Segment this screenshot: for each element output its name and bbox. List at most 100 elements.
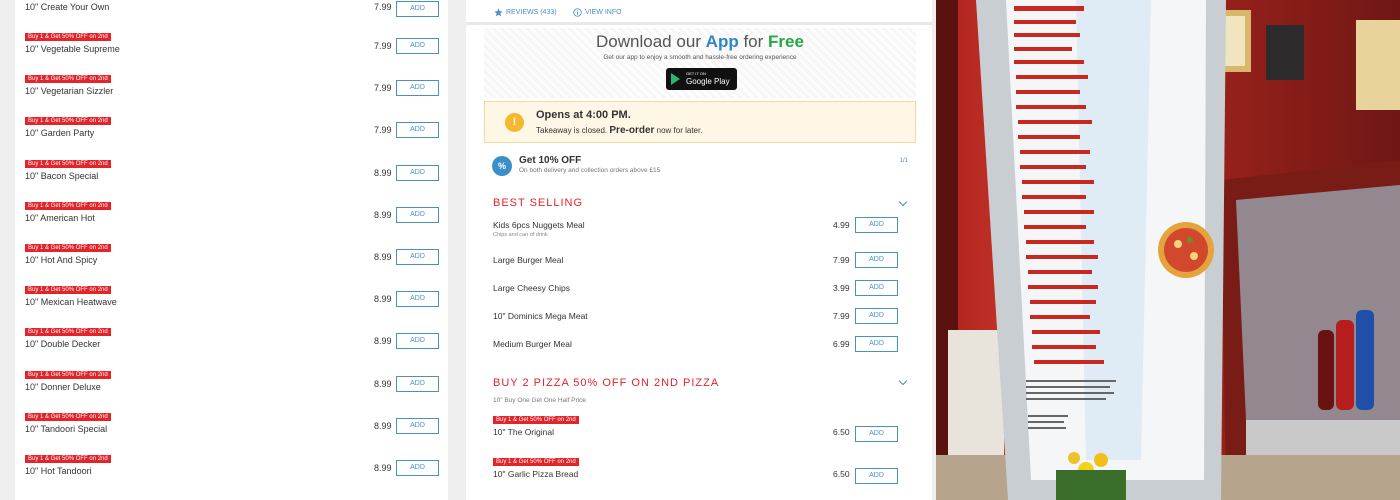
menu-item-row: Buy 1 & Get 50% OFF on 2nd 10" Mexican He…: [25, 286, 445, 324]
item-name: 10" Garden Party: [25, 128, 95, 139]
add-button[interactable]: ADD: [855, 308, 898, 324]
top-links-bar: REVIEWS (433) VIEW INFO: [466, 0, 932, 24]
discount-pager: 1/1: [899, 158, 908, 164]
star-icon: [494, 8, 503, 17]
google-play-big-text: Google Play: [686, 77, 730, 86]
best-selling-item: Kids 6pcs Nuggets Meal Chips and can of d…: [493, 217, 907, 248]
add-button[interactable]: ADD: [396, 249, 439, 265]
offer-badge: Buy 1 & Get 50% OFF on 2nd: [25, 412, 111, 421]
offer-badge: Buy 1 & Get 50% OFF on 2nd: [25, 159, 111, 168]
offer-badge: Buy 1 & Get 50% OFF on 2nd: [493, 416, 579, 424]
menu-item-row: Buy 1 & Get 50% OFF on 2nd 10" Vegetarian…: [25, 75, 445, 113]
offer-badge: Buy 1 & Get 50% OFF on 2nd: [25, 455, 111, 463]
add-button[interactable]: ADD: [855, 468, 898, 484]
chevron-down-icon[interactable]: [898, 197, 908, 207]
menu-item-row: Buy 1 & Get 50% OFF on 2nd 10" Donner Del…: [25, 370, 445, 409]
item-price: 7.99: [833, 255, 850, 265]
preorder-text: Pre-order: [609, 125, 655, 136]
discount-offer[interactable]: % Get 10% OFF On both delivery and colle…: [484, 149, 916, 185]
google-play-button[interactable]: GET IT ON Google Play: [666, 68, 737, 90]
add-button[interactable]: ADD: [396, 1, 439, 17]
view-info-link[interactable]: VIEW INFO: [573, 8, 622, 17]
offer-badge: Buy 1 & Get 50% OFF on 2nd: [25, 244, 111, 252]
item-price: 8.99: [374, 209, 392, 220]
add-button[interactable]: ADD: [396, 122, 439, 139]
item-name: 10" Bacon Special: [25, 170, 99, 181]
item-price: 8.99: [374, 167, 392, 178]
item-description: Chips and can of drink: [493, 232, 548, 238]
add-button[interactable]: ADD: [855, 217, 898, 233]
item-name: 10" Mexican Heatwave: [25, 297, 117, 308]
opening-time: Opens at 4:00 PM.: [536, 109, 631, 121]
item-name: Large Cheesy Chips: [493, 283, 571, 293]
pizza-offer-title[interactable]: BUY 2 PIZZA 50% OFF ON 2ND PIZZA: [493, 377, 719, 389]
item-name: 10" Hot And Spicy: [25, 255, 98, 265]
item-name: 10" Create Your Own: [25, 2, 110, 12]
add-button[interactable]: ADD: [396, 291, 439, 308]
add-button[interactable]: ADD: [396, 206, 439, 223]
closed-text: Takeaway is closed.: [536, 126, 608, 135]
menu-item-row: Buy 1 & Get 50% OFF on 2nd 10" Hot Tandoo…: [25, 455, 445, 493]
add-button[interactable]: ADD: [396, 38, 439, 54]
best-selling-title[interactable]: BEST SELLING: [493, 197, 583, 209]
app-title-text: Download our: [596, 32, 701, 51]
item-name: 10" Vegetable Supreme: [25, 44, 120, 54]
later-text: now for later.: [656, 126, 703, 135]
best-selling-item: Large Burger Meal 7.99 ADD: [493, 252, 907, 283]
offer-badge: Buy 1 & Get 50% OFF on 2nd: [25, 33, 111, 41]
add-button[interactable]: ADD: [855, 426, 898, 442]
item-name: 10" Double Decker: [25, 339, 101, 350]
discount-subtitle: On both delivery and collection orders a…: [519, 167, 661, 174]
opening-subtext: Takeaway is closed. Pre-order now for la…: [536, 125, 702, 136]
add-button[interactable]: ADD: [396, 417, 439, 434]
offer-badge: Buy 1 & Get 50% OFF on 2nd: [25, 201, 111, 210]
item-price: 7.99: [374, 2, 392, 12]
menu-item-row: Buy 1 & Get 50% OFF on 2nd 10" American H…: [25, 201, 445, 240]
add-button[interactable]: ADD: [396, 375, 439, 392]
item-name: 10" Tandoori Special: [25, 423, 108, 434]
app-title-free: Free: [768, 32, 804, 51]
item-price: 8.99: [374, 336, 392, 347]
item-name: 10" Dominics Mega Meat: [493, 311, 588, 321]
item-name: 10" Garlic Pizza Bread: [493, 469, 579, 479]
divider: [466, 22, 932, 25]
item-price: 6.99: [833, 339, 850, 349]
offer-badge: Buy 1 & Get 50% OFF on 2nd: [25, 328, 111, 337]
add-button[interactable]: ADD: [855, 336, 898, 352]
item-price: 3.99: [833, 283, 850, 293]
add-button[interactable]: ADD: [855, 252, 898, 268]
offer-badge: Buy 1 & Get 50% OFF on 2nd: [25, 370, 111, 379]
item-price: 8.99: [374, 252, 392, 262]
item-price: 7.99: [833, 311, 850, 321]
add-button[interactable]: ADD: [396, 333, 439, 350]
reviews-link[interactable]: REVIEWS (433): [494, 8, 557, 17]
add-button[interactable]: ADD: [396, 460, 439, 476]
pizza-offer-note: 10" Buy One Get One Half Price: [493, 397, 586, 404]
offer-badge: Buy 1 & Get 50% OFF on 2nd: [25, 75, 111, 84]
restaurant-panel: REVIEWS (433) VIEW INFO Download our App…: [466, 0, 932, 500]
info-icon: [573, 8, 582, 17]
menu-item-row: Buy 1 & Get 50% OFF on 2nd 10" Double Dec…: [25, 328, 445, 366]
menu-item-row: 10" Create Your Own 7.99 ADD: [25, 0, 445, 32]
view-info-label: VIEW INFO: [585, 9, 622, 16]
item-name: 10" American Hot: [25, 212, 95, 223]
item-name: 10" Vegetarian Sizzler: [25, 86, 114, 97]
item-price: 8.99: [374, 294, 392, 305]
best-selling-item: Large Cheesy Chips 3.99 ADD: [493, 280, 907, 311]
menu-category-list: 10" Create Your Own 7.99 ADD Buy 1 & Get 50…: [15, 0, 448, 500]
item-name: 10" Donner Deluxe: [25, 381, 101, 392]
item-price: 4.99: [833, 220, 850, 230]
item-price: 8.99: [374, 378, 392, 389]
pizza-offer-section: BUY 2 PIZZA 50% OFF ON 2ND PIZZA 10" Buy…: [484, 370, 916, 500]
best-selling-item: 10" Dominics Mega Meat 7.99 ADD: [493, 308, 907, 339]
add-button[interactable]: ADD: [396, 80, 439, 97]
alert-icon: !: [505, 113, 524, 132]
chevron-down-icon[interactable]: [898, 376, 908, 386]
reviews-label: REVIEWS (433): [506, 9, 557, 16]
add-button[interactable]: ADD: [855, 280, 898, 296]
add-button[interactable]: ADD: [396, 164, 439, 181]
google-play-small-text: GET IT ON: [686, 71, 706, 76]
item-name: 10" The Original: [493, 427, 554, 437]
item-price: 7.99: [374, 83, 392, 94]
opening-notice: ! Opens at 4:00 PM. Takeaway is closed. …: [484, 101, 916, 143]
